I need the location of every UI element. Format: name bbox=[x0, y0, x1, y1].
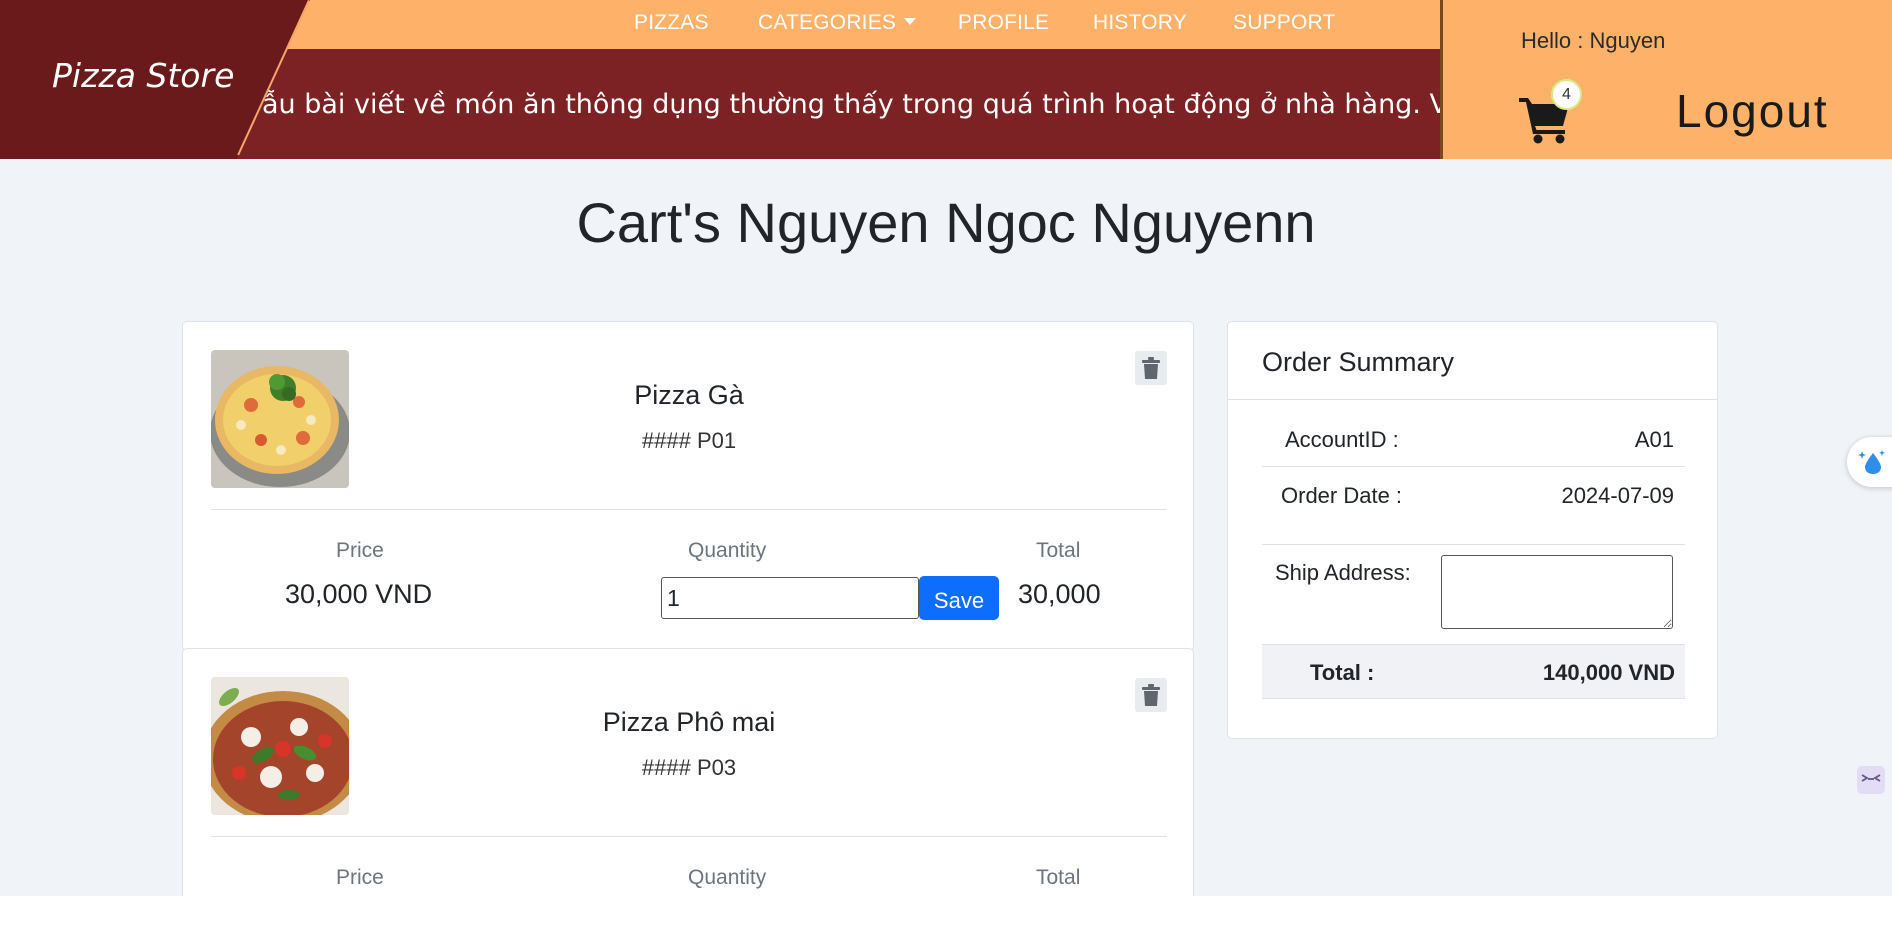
order-summary-title: Order Summary bbox=[1262, 347, 1455, 377]
nav-item-profile[interactable]: PROFILE bbox=[958, 11, 1049, 35]
user-greeting: Hello : Nguyen bbox=[1521, 28, 1666, 53]
nav-item-support[interactable]: SUPPORT bbox=[1233, 11, 1336, 35]
item-code: #### P03 bbox=[641, 755, 737, 780]
ship-address-input[interactable] bbox=[1441, 555, 1673, 629]
header-main: ẫu bài viết về món ăn thông dụng thường … bbox=[0, 0, 1440, 159]
quantity-input[interactable] bbox=[661, 577, 919, 619]
price-label: Price bbox=[336, 866, 384, 889]
user-panel: Hello : Nguyen 4 Logout bbox=[1440, 0, 1892, 159]
order-summary-card: Order Summary AccountID : A01 Order Date… bbox=[1227, 321, 1718, 739]
cart-item-card: Pizza Phô mai #### P03 Price Quantity To… bbox=[182, 648, 1194, 896]
logout-link[interactable]: Logout bbox=[1676, 84, 1829, 138]
sidebar-toggle-widget[interactable] bbox=[1850, 758, 1892, 802]
caret-down-icon bbox=[904, 18, 917, 26]
ship-address-label: Ship Address: bbox=[1275, 560, 1411, 585]
page-title: Cart's Nguyen Ngoc Nguyenn bbox=[576, 191, 1316, 254]
order-total-label: Total : bbox=[1310, 660, 1375, 685]
order-summary-header: Order Summary bbox=[1228, 322, 1717, 400]
item-code: #### P01 bbox=[641, 428, 737, 453]
nav-item-categories-label: CATEGORIES bbox=[758, 11, 897, 34]
extension-widget[interactable] bbox=[1847, 437, 1892, 487]
trash-icon bbox=[1142, 684, 1160, 706]
price-label: Price bbox=[336, 539, 384, 562]
cart-item-list: Pizza Gà #### P01 Price 30,000 VND Quant… bbox=[182, 321, 1194, 896]
order-date-label: Order Date : bbox=[1281, 483, 1403, 508]
nav-item-pizzas[interactable]: PIZZAS bbox=[634, 11, 709, 35]
order-date-value: 2024-07-09 bbox=[1561, 483, 1674, 508]
total-label: Total bbox=[1036, 539, 1081, 562]
account-id-value: A01 bbox=[1634, 427, 1674, 452]
nav-item-history[interactable]: HISTORY bbox=[1093, 11, 1187, 35]
header: ẫu bài viết về món ăn thông dụng thường … bbox=[0, 0, 1892, 159]
item-divider bbox=[211, 836, 1167, 837]
save-quantity-button[interactable]: Save bbox=[919, 576, 999, 620]
total-value: 30,000 bbox=[1018, 579, 1101, 609]
quantity-label: Quantity bbox=[688, 539, 767, 562]
page-bottom-gap bbox=[0, 896, 1892, 934]
total-label: Total bbox=[1036, 866, 1081, 889]
summary-divider bbox=[1262, 466, 1685, 467]
trash-icon bbox=[1142, 357, 1160, 379]
cart-item-card: Pizza Gà #### P01 Price 30,000 VND Quant… bbox=[182, 321, 1194, 651]
cart-count-badge: 4 bbox=[1551, 79, 1582, 110]
item-name: Pizza Gà bbox=[634, 380, 744, 410]
order-total-row: Total : 140,000 VND bbox=[1262, 644, 1685, 699]
water-drop-sparkle-icon bbox=[1858, 450, 1885, 474]
quantity-label: Quantity bbox=[688, 866, 767, 889]
account-id-label: AccountID : bbox=[1285, 427, 1399, 452]
main-content: Cart's Nguyen Ngoc Nguyenn Pizza Gà ####… bbox=[0, 159, 1892, 896]
marquee-text: ẫu bài viết về món ăn thông dụng thường … bbox=[262, 89, 1440, 120]
item-divider bbox=[211, 509, 1167, 510]
item-name: Pizza Phô mai bbox=[602, 707, 776, 737]
collapse-arrows-icon bbox=[1857, 766, 1885, 794]
order-total-value: 140,000 VND bbox=[1542, 660, 1675, 685]
nav-item-categories[interactable]: CATEGORIES bbox=[758, 11, 917, 35]
summary-divider bbox=[1262, 544, 1685, 545]
brand-logo-text[interactable]: Pizza Store bbox=[52, 56, 234, 95]
price-value: 30,000 VND bbox=[285, 579, 433, 609]
pizza-image bbox=[211, 677, 349, 815]
pizza-image bbox=[211, 350, 349, 488]
